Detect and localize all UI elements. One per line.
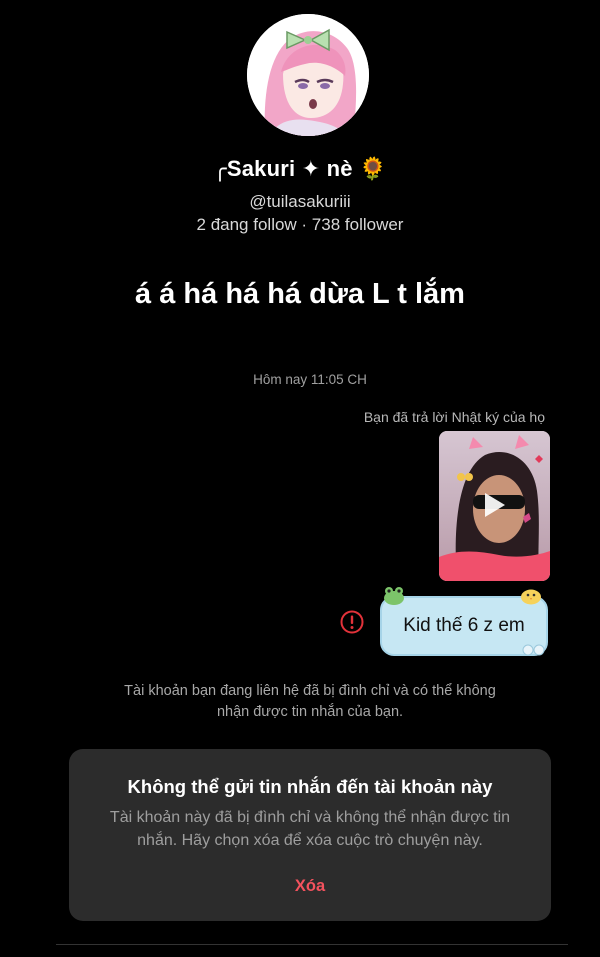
frog-sticker-icon <box>384 587 404 605</box>
diary-video-thumbnail[interactable] <box>439 431 550 581</box>
cloud-sticker-icon <box>522 644 545 656</box>
avatar[interactable] <box>247 14 369 136</box>
follow-stats: 2 đang follow · 738 follower <box>196 215 404 234</box>
suspended-account-note: Tài khoản bạn đang liên hệ đã bị đình ch… <box>124 683 496 720</box>
dialog-title: Không thể gửi tin nhắn đến tài khoản này <box>127 776 493 797</box>
username: @tuilasakuriii <box>249 192 351 211</box>
chat-screen: ╭Sakuri ✦ nè 🌻 @tuilasakuriii 2 đang fol… <box>0 0 600 957</box>
error-icon[interactable] <box>340 610 364 634</box>
play-icon <box>485 493 505 517</box>
message-text: Kid thế 6 z em <box>403 615 525 636</box>
reply-note: Bạn đã trả lời Nhật ký của họ <box>363 409 545 425</box>
cannot-send-dialog: Không thể gửi tin nhắn đến tài khoản này… <box>69 749 551 921</box>
status-note: á á há há há dừa L t lắm <box>135 278 465 310</box>
message-timestamp: Hôm nay 11:05 CH <box>253 372 367 387</box>
dialog-body: Tài khoản này đã bị đình chỉ và không th… <box>109 809 511 849</box>
play-button[interactable] <box>479 490 509 520</box>
bottom-divider <box>56 944 568 945</box>
chick-sticker-icon <box>521 589 541 605</box>
display-name: ╭Sakuri ✦ nè 🌻 <box>213 156 387 181</box>
delete-button[interactable]: Xóa <box>69 873 551 899</box>
avatar-illustration <box>247 14 369 136</box>
